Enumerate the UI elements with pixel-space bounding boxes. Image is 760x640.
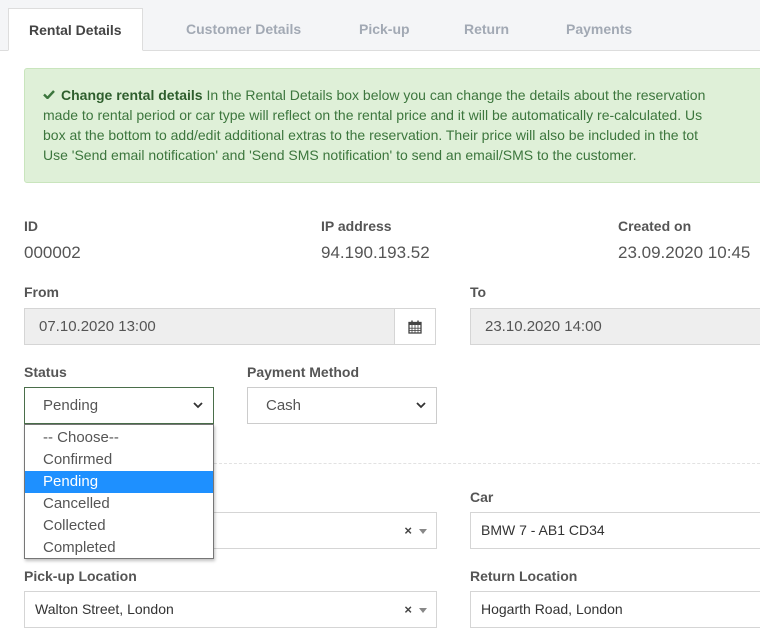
status-option-completed[interactable]: Completed bbox=[25, 537, 213, 559]
alert-text: Change rental details In the Rental Deta… bbox=[43, 85, 760, 165]
pickup-location-value: Walton Street, London bbox=[35, 601, 174, 617]
payment-method-select[interactable]: Cash bbox=[247, 387, 437, 424]
section-divider bbox=[214, 463, 760, 464]
chevron-down-icon bbox=[416, 402, 426, 409]
alert-line-3: box at the bottom to add/edit additional… bbox=[43, 127, 699, 143]
calendar-icon bbox=[408, 320, 422, 334]
ip-label: IP address bbox=[321, 218, 392, 234]
status-option-collected[interactable]: Collected bbox=[25, 515, 213, 537]
tab-payments[interactable]: Payments bbox=[566, 8, 632, 51]
caret-down-icon bbox=[419, 529, 427, 534]
alert-title: Change rental details bbox=[61, 87, 203, 103]
alert-line-2: made to rental period or car type will r… bbox=[43, 107, 703, 123]
clear-icon[interactable]: × bbox=[404, 513, 412, 548]
id-value: 000002 bbox=[24, 243, 81, 262]
id-label: ID bbox=[24, 218, 38, 234]
car-label: Car bbox=[470, 489, 494, 505]
car-value: BMW 7 - AB1 CD34 bbox=[481, 522, 605, 538]
status-option-confirmed[interactable]: Confirmed bbox=[25, 449, 213, 471]
created-value: 23.09.2020 10:45 bbox=[618, 243, 751, 262]
tab-bar: Rental Details Customer Details Pick-up … bbox=[0, 0, 760, 51]
car-select[interactable]: BMW 7 - AB1 CD34 bbox=[470, 512, 760, 549]
check-icon bbox=[43, 90, 55, 99]
tab-customer-details[interactable]: Customer Details bbox=[186, 8, 301, 51]
alert-line-text: In the Rental Details box below you can … bbox=[202, 87, 706, 103]
pickup-location-select[interactable]: Walton Street, London × bbox=[24, 591, 437, 628]
tab-return[interactable]: Return bbox=[464, 8, 509, 51]
ip-value: 94.190.193.52 bbox=[321, 243, 430, 262]
return-location-select[interactable]: Hogarth Road, London bbox=[470, 591, 760, 628]
info-alert: Change rental details In the Rental Deta… bbox=[24, 68, 760, 183]
status-option-choose[interactable]: -- Choose-- bbox=[25, 427, 213, 449]
payment-method-label: Payment Method bbox=[247, 364, 360, 380]
caret-down-icon bbox=[419, 608, 427, 613]
tab-pick-up[interactable]: Pick-up bbox=[359, 8, 410, 51]
from-calendar-button[interactable] bbox=[394, 308, 436, 345]
tab-rental-details[interactable]: Rental Details bbox=[8, 8, 143, 51]
to-label: To bbox=[470, 284, 487, 300]
pickup-location-label: Pick-up Location bbox=[24, 568, 137, 584]
from-date-field[interactable]: 07.10.2020 13:00 bbox=[24, 308, 395, 345]
status-option-pending[interactable]: Pending bbox=[25, 471, 213, 493]
status-selected: Pending bbox=[43, 397, 99, 414]
from-label: From bbox=[24, 284, 59, 300]
to-date-field[interactable]: 23.10.2020 14:00 bbox=[470, 308, 760, 345]
payment-method-selected: Cash bbox=[266, 397, 302, 414]
status-option-cancelled[interactable]: Cancelled bbox=[25, 493, 213, 515]
chevron-down-icon bbox=[193, 402, 203, 409]
created-label: Created on bbox=[618, 218, 692, 234]
status-select[interactable]: Pending bbox=[24, 387, 214, 424]
status-label: Status bbox=[24, 364, 67, 380]
clear-icon[interactable]: × bbox=[404, 592, 412, 627]
return-location-label: Return Location bbox=[470, 568, 578, 584]
alert-line-1: Change rental details In the Rental Deta… bbox=[43, 85, 760, 105]
return-location-value: Hogarth Road, London bbox=[481, 601, 623, 617]
status-dropdown-list: -- Choose-- Confirmed Pending Cancelled … bbox=[24, 424, 214, 559]
alert-line-4: Use 'Send email notification' and 'Send … bbox=[43, 147, 637, 163]
